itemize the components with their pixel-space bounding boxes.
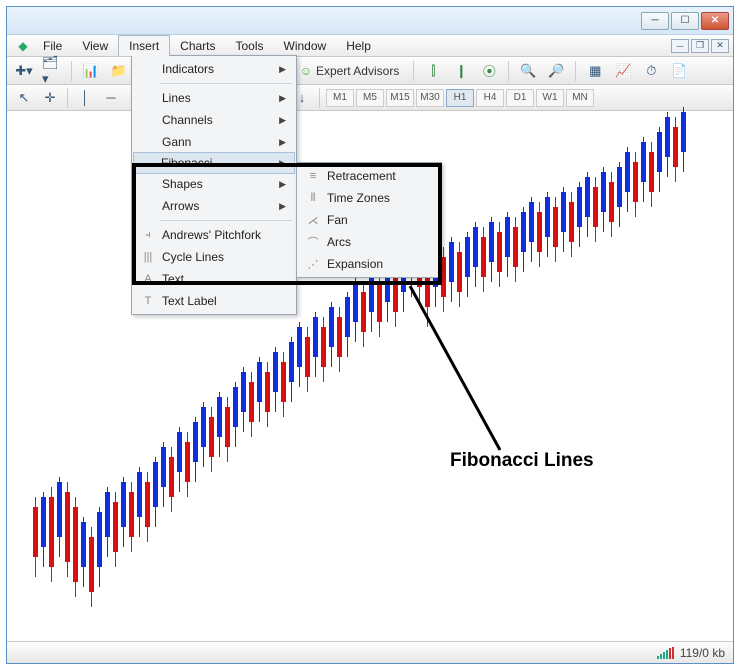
insert-menu-dropdown: Indicators▶ Lines▶Channels▶Gann▶Fibonacci… <box>131 55 297 315</box>
mdi-controls: ─ ❐ ✕ <box>671 35 733 56</box>
mdi-minimize-button[interactable]: ─ <box>671 39 689 53</box>
line-chart-button[interactable]: ⦿ <box>478 60 500 82</box>
crosshair-button[interactable]: ✛ <box>39 87 61 109</box>
candle-chart-button[interactable]: ❙ <box>450 60 472 82</box>
submenu-arrow-icon: ▶ <box>279 93 286 104</box>
menubar: ◆ FileViewInsertChartsToolsWindowHelp ─ … <box>7 35 733 57</box>
app-window: ─ ☐ ✕ ◆ FileViewInsertChartsToolsWindowH… <box>6 6 734 664</box>
timeframe-d1[interactable]: D1 <box>506 89 534 107</box>
timeframe-m1[interactable]: M1 <box>326 89 354 107</box>
menu-item-fibonacci[interactable]: Fibonacci▶ <box>133 152 295 174</box>
connection-status: 119/0 kb <box>680 646 725 660</box>
expert-advisors-label: Expert Advisors <box>316 64 399 78</box>
cursor-button[interactable]: ↖ <box>13 87 35 109</box>
submenu-item-time-zones[interactable]: ⦀Time Zones <box>299 187 439 209</box>
submenu-arrow-icon: ▶ <box>279 64 286 75</box>
timeframe-h4[interactable]: H4 <box>476 89 504 107</box>
menu-item-text-label[interactable]: TText Label <box>134 290 294 312</box>
timeframe-mn[interactable]: MN <box>566 89 594 107</box>
timeframe-h1[interactable]: H1 <box>446 89 474 107</box>
fibonacci-submenu: ≡Retracement⦀Time Zones⋌Fan⌒Arcs⋰Expansi… <box>296 162 442 278</box>
mdi-restore-button[interactable]: ❐ <box>691 39 709 53</box>
submenu-arrow-icon: ▶ <box>279 158 286 169</box>
mdi-close-button[interactable]: ✕ <box>711 39 729 53</box>
maximize-button[interactable]: ☐ <box>671 12 699 30</box>
main-toolbar: ✚▾ 🗂▾ 📊 📁 ▥ ▤ Order ◆ ☺Expert Advisors ⫿… <box>7 57 733 85</box>
profiles-button[interactable]: 🗂▾ <box>41 60 63 82</box>
periods-button[interactable]: ⏱ <box>640 60 662 82</box>
menu-help[interactable]: Help <box>336 35 381 56</box>
menu-tools[interactable]: Tools <box>226 35 274 56</box>
templates-button[interactable]: 📄 <box>668 60 690 82</box>
tile-windows-button[interactable]: ▦ <box>584 60 606 82</box>
zoom-in-button[interactable]: 🔍 <box>517 60 539 82</box>
close-button[interactable]: ✕ <box>701 12 729 30</box>
submenu-item-arcs[interactable]: ⌒Arcs <box>299 231 439 253</box>
menu-window[interactable]: Window <box>274 35 337 56</box>
menu-item-lines[interactable]: Lines▶ <box>134 87 294 109</box>
statusbar: 119/0 kb <box>7 641 733 663</box>
bar-chart-button[interactable]: ⫿ <box>422 60 444 82</box>
timeframe-w1[interactable]: W1 <box>536 89 564 107</box>
expert-advisors-button[interactable]: ☺Expert Advisors <box>294 60 406 82</box>
submenu-item-retracement[interactable]: ≡Retracement <box>299 165 439 187</box>
menu-item-gann[interactable]: Gann▶ <box>134 131 294 153</box>
menu-item-shapes[interactable]: Shapes▶ <box>134 173 294 195</box>
connection-bars-icon <box>657 647 674 659</box>
vertical-line-button[interactable]: │ <box>74 87 96 109</box>
menu-insert[interactable]: Insert <box>118 35 170 56</box>
zoom-out-button[interactable]: 🔎 <box>545 60 567 82</box>
submenu-item-expansion[interactable]: ⋰Expansion <box>299 253 439 275</box>
menu-item-arrows[interactable]: Arrows▶ <box>134 195 294 217</box>
submenu-arrow-icon: ▶ <box>279 115 286 126</box>
submenu-arrow-icon: ▶ <box>279 179 286 190</box>
titlebar: ─ ☐ ✕ <box>7 7 733 35</box>
submenu-arrow-icon: ▶ <box>279 137 286 148</box>
menu-view[interactable]: View <box>72 35 118 56</box>
menu-item-indicators[interactable]: Indicators▶ <box>134 58 294 80</box>
timeframe-m15[interactable]: M15 <box>386 89 414 107</box>
horizontal-line-button[interactable]: ─ <box>100 87 122 109</box>
submenu-item-fan[interactable]: ⋌Fan <box>299 209 439 231</box>
timeframe-m5[interactable]: M5 <box>356 89 384 107</box>
menu-item-andrews-pitchfork[interactable]: ⫞Andrews' Pitchfork <box>134 224 294 246</box>
timeframe-m30[interactable]: M30 <box>416 89 444 107</box>
submenu-arrow-icon: ▶ <box>279 201 286 212</box>
navigator-button[interactable]: 📁 <box>108 60 130 82</box>
menu-item-cycle-lines[interactable]: |||Cycle Lines <box>134 246 294 268</box>
new-chart-button[interactable]: ✚▾ <box>13 60 35 82</box>
annotation-label: Fibonacci Lines <box>450 450 594 472</box>
drawing-toolbar: ↖ ✛ │ ─ ╱ ⫽ ≡ A T ↑ ↓ M1M5M15M30H1H4D1W1… <box>7 85 733 111</box>
minimize-button[interactable]: ─ <box>641 12 669 30</box>
menu-item-text[interactable]: AText <box>134 268 294 290</box>
indicators-button[interactable]: 📈 <box>612 60 634 82</box>
menu-item-channels[interactable]: Channels▶ <box>134 109 294 131</box>
market-watch-button[interactable]: 📊 <box>80 60 102 82</box>
menu-file[interactable]: File <box>33 35 72 56</box>
menu-charts[interactable]: Charts <box>170 35 225 56</box>
app-icon: ◆ <box>13 35 33 56</box>
